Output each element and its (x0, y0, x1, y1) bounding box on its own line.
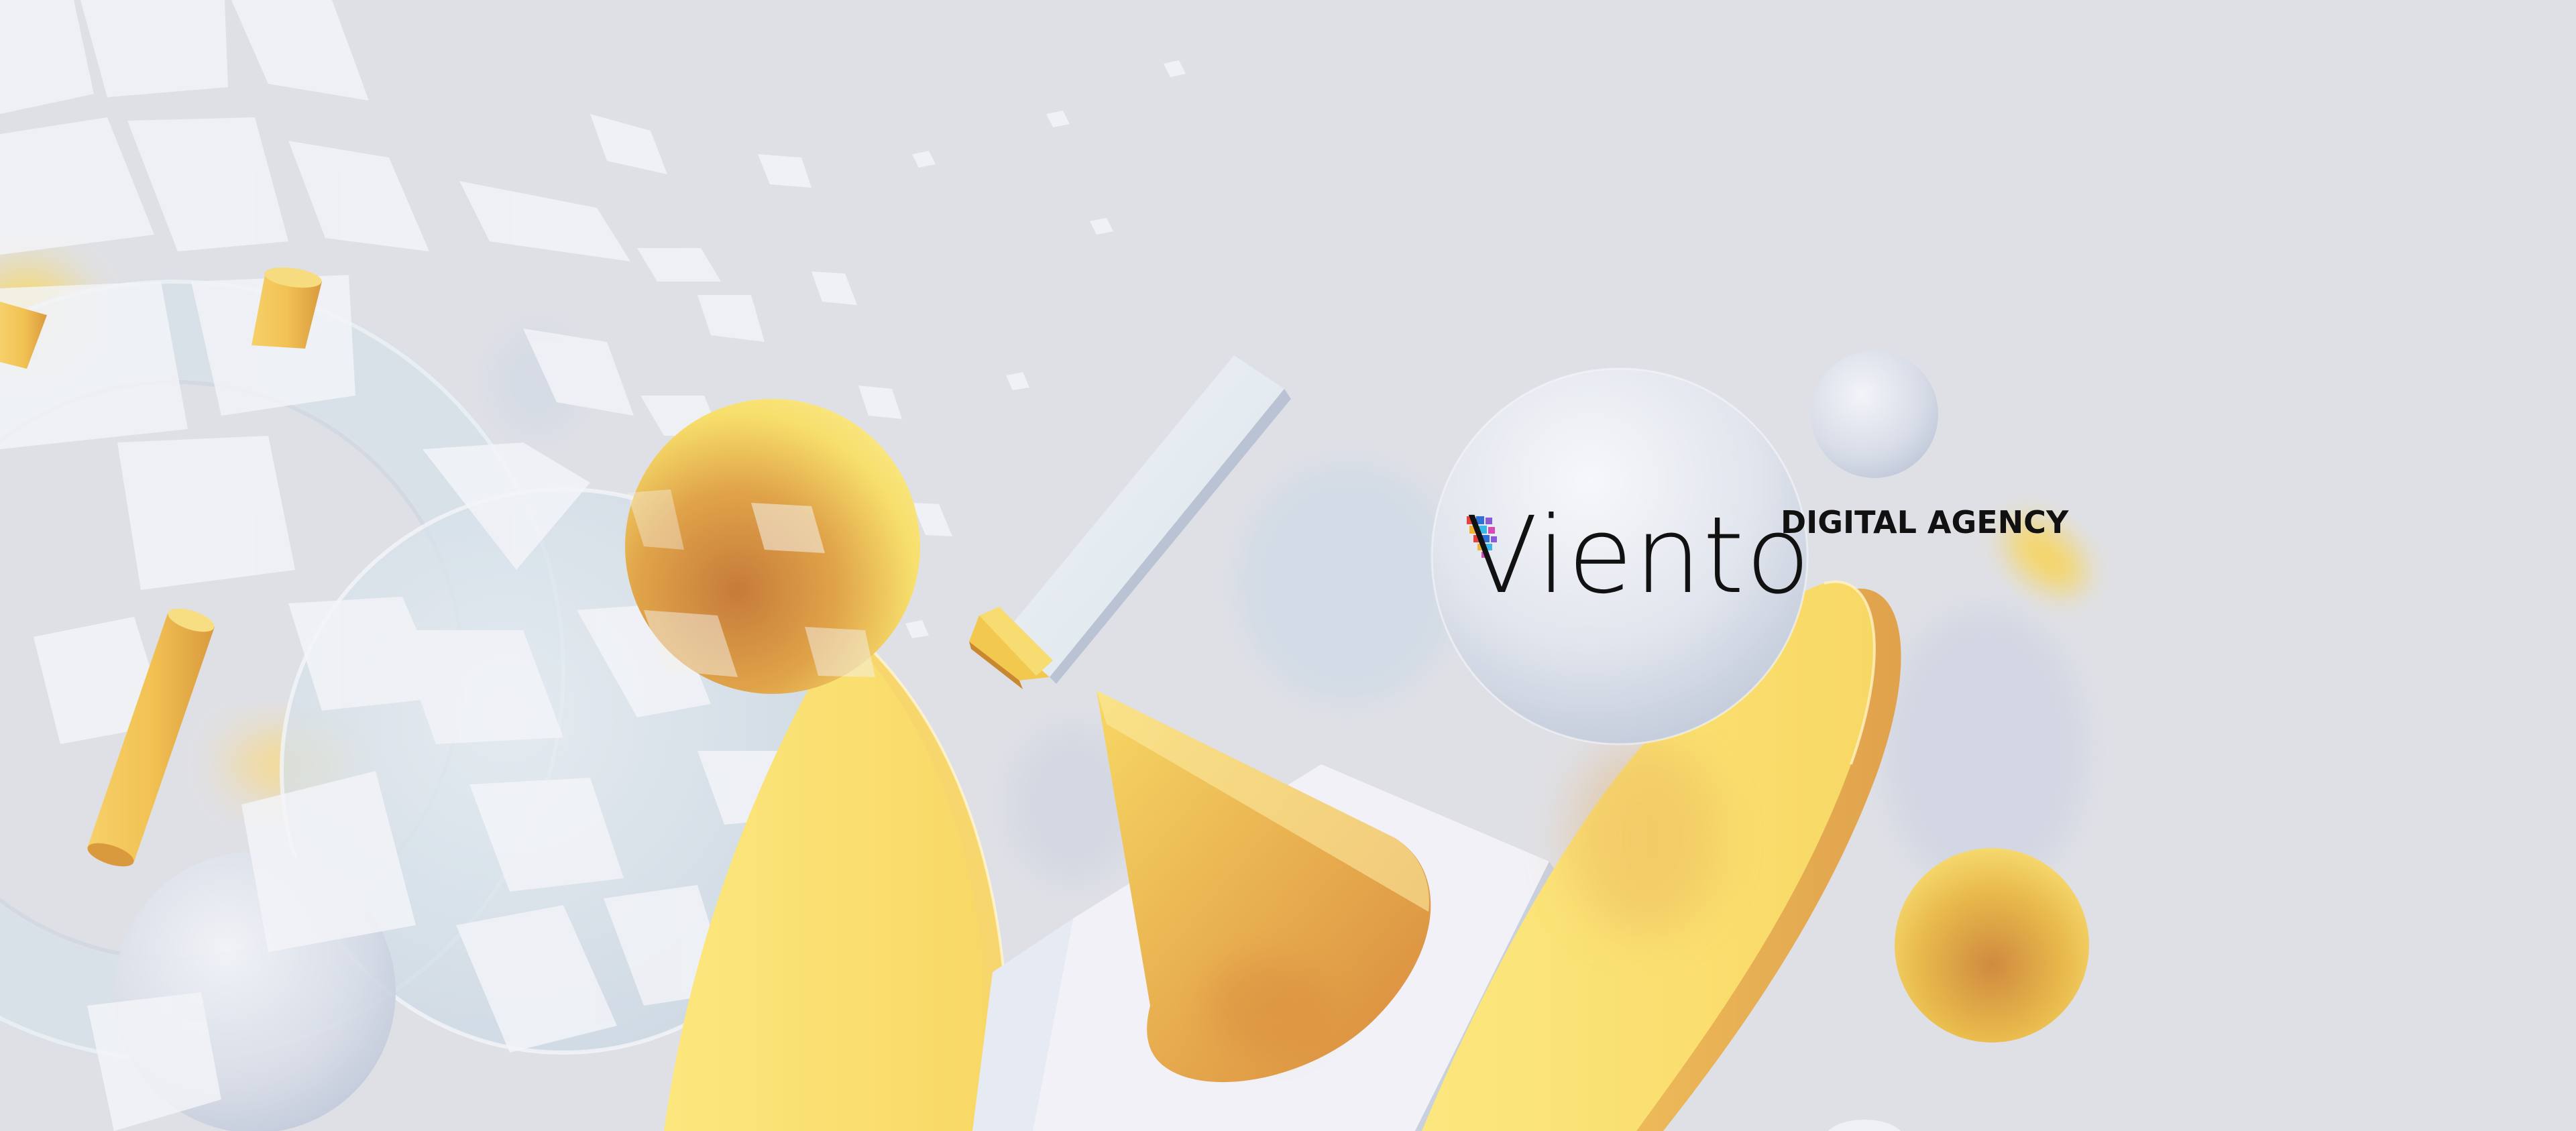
brand-logo: Viento DIGITAL AGENCY (1465, 503, 2069, 610)
yellow-sphere-large (625, 399, 920, 694)
abstract-3d-shapes-illustration (0, 0, 2576, 1131)
silver-sphere-small (1811, 351, 1938, 478)
brand-tagline: DIGITAL AGENCY (1781, 504, 2069, 540)
brand-wordmark: Viento (1465, 494, 1812, 617)
hero-banner: Viento DIGITAL AGENCY (0, 0, 2576, 1131)
yellow-sphere-right (1895, 848, 2089, 1043)
